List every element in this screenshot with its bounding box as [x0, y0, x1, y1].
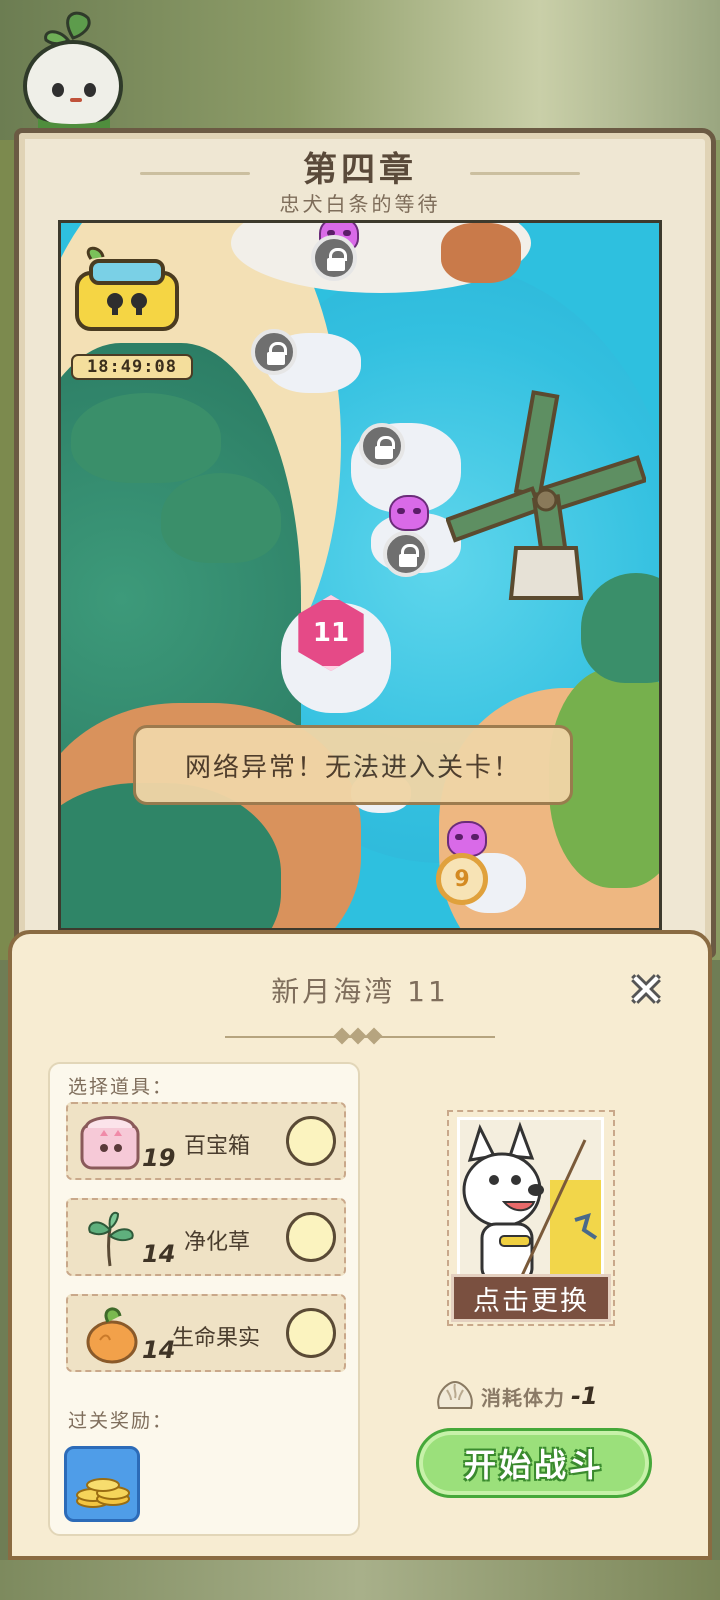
- boss-skull-icon: [447, 821, 487, 857]
- bun-icon: [437, 1380, 473, 1409]
- character-portrait[interactable]: [457, 1117, 604, 1285]
- item-select-toggle[interactable]: [286, 1116, 336, 1166]
- level-map[interactable]: 11 9 18:49:08: [58, 220, 662, 931]
- life-fruit-icon: [86, 1307, 138, 1364]
- herb-icon: [88, 1211, 134, 1267]
- item-row-life-fruit[interactable]: 14 生命果实: [66, 1294, 346, 1372]
- stamina-cost-label: 消耗体力: [481, 1385, 565, 1410]
- windmill-icon: [446, 390, 646, 600]
- mascot-sprout-icon: [23, 11, 123, 133]
- palm-tree-icon: [161, 473, 281, 563]
- item-count: 19: [142, 1144, 176, 1172]
- reward-label: 过关奖励：: [68, 1410, 174, 1432]
- item-name: 百宝箱: [184, 1134, 251, 1159]
- item-name: 生命果实: [172, 1326, 261, 1351]
- dog-character-icon: [460, 1120, 601, 1282]
- level-node-9[interactable]: 9: [436, 853, 488, 905]
- stamina-cost-value: -1: [571, 1382, 598, 1410]
- locked-treasure-chest-icon[interactable]: [71, 245, 183, 333]
- item-name: 净化草: [184, 1230, 251, 1255]
- close-button[interactable]: ✕: [622, 965, 670, 1016]
- chest-timer: 18:49:08: [71, 354, 193, 380]
- item-count: 14: [142, 1240, 176, 1268]
- select-items-label: 选择道具：: [68, 1076, 174, 1098]
- stage-title: 新月海湾 11: [271, 975, 449, 1008]
- chapter-title: 第四章: [303, 150, 417, 190]
- locked-level-icon[interactable]: [311, 235, 357, 281]
- palm-tree-icon: [71, 393, 221, 483]
- change-character-button[interactable]: 点击更换: [451, 1274, 611, 1322]
- background-bottom: [0, 1560, 720, 1600]
- boss-skull-icon: [389, 495, 429, 531]
- locked-level-icon[interactable]: [251, 329, 297, 375]
- treasure-chest-icon: [80, 1116, 140, 1170]
- stamina-cost: 消耗体力 -1: [435, 1376, 598, 1416]
- reward-item[interactable]: [64, 1446, 140, 1522]
- start-battle-button[interactable]: 开始战斗: [416, 1428, 652, 1498]
- item-row-herb[interactable]: 14 净化草: [66, 1198, 346, 1276]
- item-select-toggle[interactable]: [286, 1308, 336, 1358]
- locked-level-icon[interactable]: [383, 531, 429, 577]
- chapter-subtitle: 忠犬白条的等待: [279, 192, 441, 216]
- top-rock: [441, 223, 521, 283]
- network-error-toast: 网络异常！无法进入关卡！: [133, 725, 573, 805]
- item-count: 14: [142, 1336, 176, 1364]
- coins-icon: [76, 1478, 130, 1508]
- item-select-toggle[interactable]: [286, 1212, 336, 1262]
- item-row-treasure-chest[interactable]: 19 百宝箱: [66, 1102, 346, 1180]
- locked-level-icon[interactable]: [359, 423, 405, 469]
